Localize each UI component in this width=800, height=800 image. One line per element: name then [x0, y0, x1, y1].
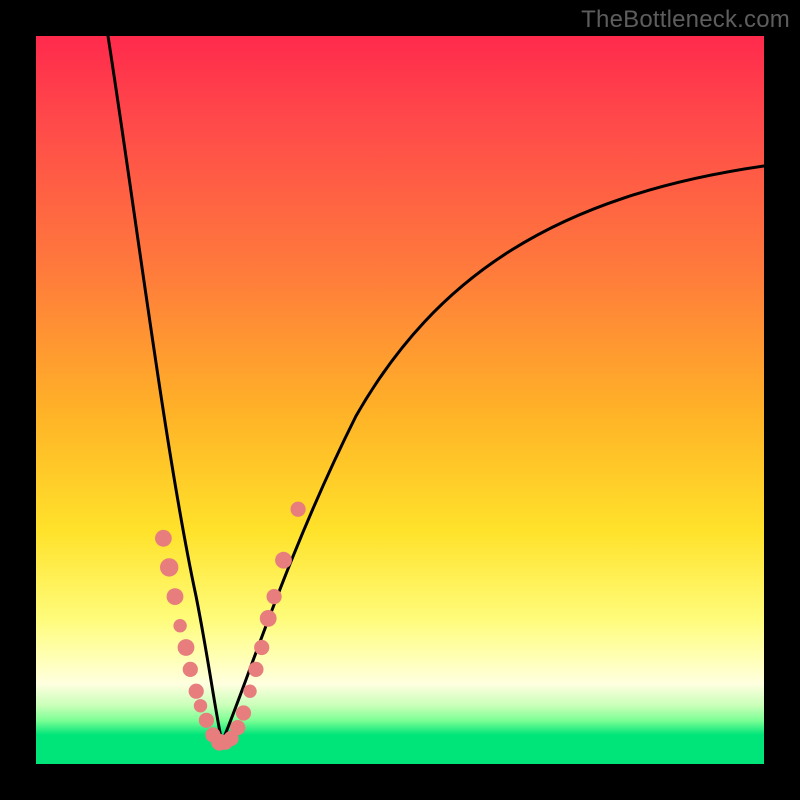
curve-layer [36, 36, 764, 764]
data-marker [243, 685, 256, 698]
data-marker [254, 640, 269, 655]
marker-group [155, 502, 306, 751]
data-marker [275, 552, 292, 569]
data-marker [160, 558, 178, 576]
data-marker [230, 720, 245, 735]
data-marker [167, 588, 184, 605]
data-marker [194, 699, 207, 712]
data-marker [260, 610, 277, 627]
watermark-text: TheBottleneck.com [581, 6, 790, 34]
data-marker [155, 530, 172, 547]
data-marker [236, 705, 251, 720]
data-marker [199, 713, 214, 728]
data-marker [189, 684, 204, 699]
data-marker [173, 619, 186, 632]
data-marker [248, 662, 263, 677]
data-marker [178, 639, 195, 656]
chart-frame: TheBottleneck.com [0, 0, 800, 800]
data-marker [267, 589, 282, 604]
data-marker [183, 662, 198, 677]
curve-left-branch [108, 36, 222, 742]
data-marker [291, 502, 306, 517]
curve-right-branch [222, 166, 764, 742]
